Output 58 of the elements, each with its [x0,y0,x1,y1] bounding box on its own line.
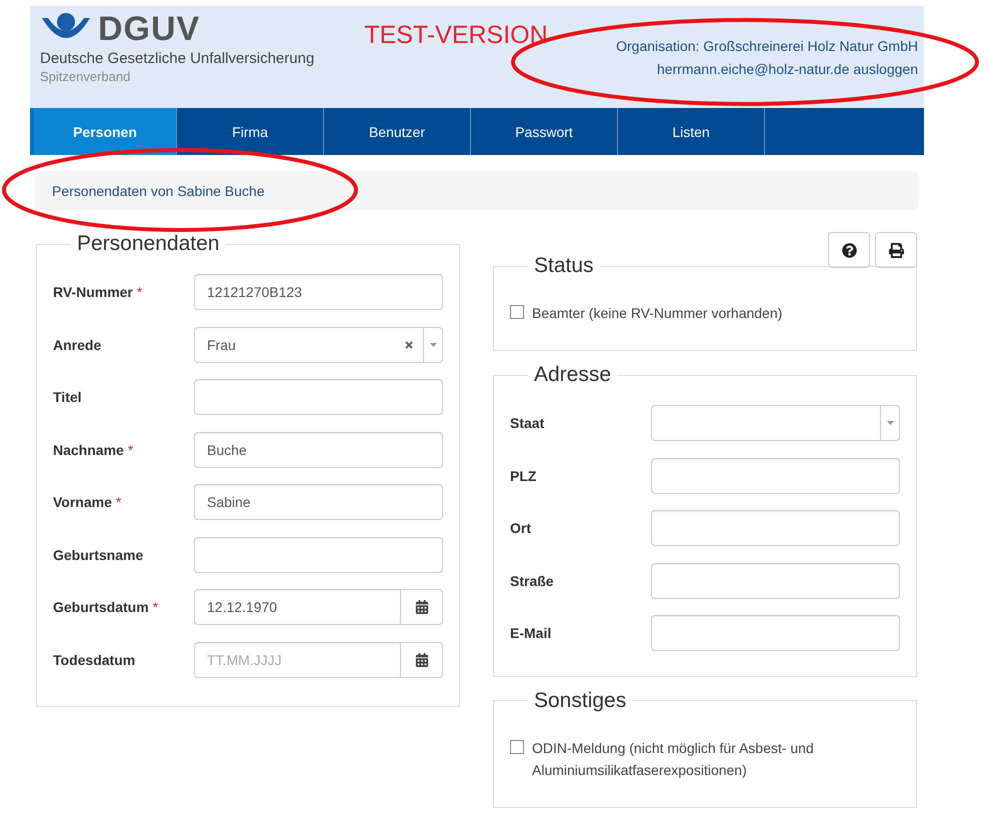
field-label: E-Mail [510,625,552,642]
calendar-button[interactable] [401,589,443,626]
field-label: Anrede [53,336,102,353]
select-field[interactable] [651,405,900,442]
text-field[interactable]: Buche [194,432,443,468]
checkbox-label: Beamter (keine RV-Nummer vorhanden) [532,304,782,323]
field-label: Ort [510,520,531,536]
checkbox-label: ODIN-Meldung (nicht möglich für Asbest- und Aluminiumsilikatfaserexpositionen) [532,738,815,780]
text-field[interactable] [651,562,900,599]
calendar-button[interactable] [401,642,443,678]
field-label: RV-Nummer [53,284,133,300]
panel-title: Status [533,254,595,278]
field-label: Titel [53,389,82,406]
text-field[interactable] [651,510,900,546]
required-mark: * [152,599,158,616]
calendar-icon [414,600,428,614]
field-label: Straße [510,572,554,589]
caret-icon [430,342,436,347]
calendar-icon [414,652,428,667]
text-field[interactable] [194,379,443,416]
help-button[interactable] [828,232,870,268]
checkbox[interactable] [510,740,524,754]
required-mark: * [116,494,122,510]
panel-title: Sonstiges [533,688,628,712]
required-mark: * [128,442,134,458]
user-email: herrmann.eiche@holz-natur.de [656,60,850,76]
date-field[interactable]: TT.MM.JJJJ [194,642,401,678]
help-icon [842,242,856,258]
field-label: Geburtsname [53,546,144,563]
text-field[interactable] [651,615,900,652]
logo-subtitle: Deutsche Gesetzliche Unfallversicherung [40,50,314,67]
caret-icon [886,421,894,426]
text-field[interactable] [651,458,900,494]
field-label: Geburtsdatum [53,599,149,616]
field-label: Staat [510,415,544,432]
print-button[interactable] [875,232,917,268]
clear-icon[interactable] [405,340,413,349]
field-label: Nachname [53,442,124,458]
field-label: Vorname [53,494,112,510]
nav-tab[interactable]: Personen [30,108,177,155]
logout-link[interactable]: ausloggen [853,60,918,76]
breadcrumb: Personendaten von Sabine Buche [35,171,918,210]
text-field[interactable] [194,536,443,573]
organisation-text: Organisation: Großschreinerei Holz Natur GmbH [616,38,918,54]
panel-title: Adresse [533,363,612,387]
required-mark: * [136,284,142,300]
text-field[interactable]: Sabine [194,484,443,520]
checkbox[interactable] [510,305,524,319]
print-icon [888,242,904,258]
test-version-label: TEST-VERSION [364,21,548,50]
field-label: Todesdatum [53,652,136,668]
date-field[interactable]: 12.12.1970 [194,589,401,626]
text-field[interactable]: 12121270B123 [194,274,443,310]
logo-tagline: Spitzenverband [40,69,132,84]
panel-title: Personendaten [76,232,220,256]
field-label: PLZ [510,468,536,484]
select-field[interactable]: Frau [194,326,443,363]
logo-text: DGUV [98,12,200,46]
